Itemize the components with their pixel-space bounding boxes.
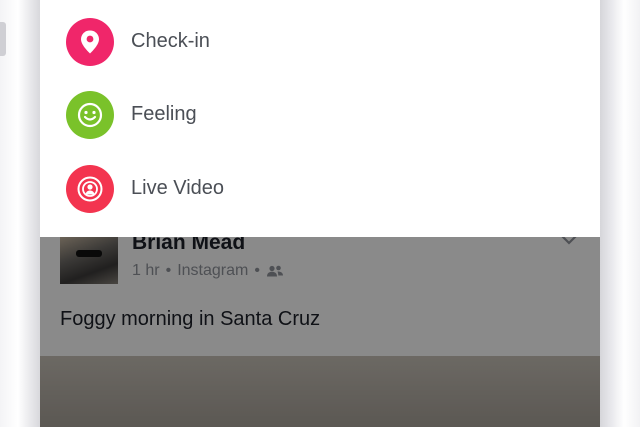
composer-action-sheet: Check-in Feeling Live Video: [40, 0, 600, 237]
menu-item-label: Check-in: [131, 30, 210, 52]
menu-item-live-video[interactable]: Live Video: [40, 151, 600, 225]
live-broadcast-icon: [77, 176, 103, 202]
menu-item-feeling[interactable]: Feeling: [40, 77, 600, 151]
check-in-icon-circle: [66, 18, 114, 66]
phone-frame-left: [0, 0, 40, 427]
feeling-icon-circle: [66, 91, 114, 139]
location-pin-icon: [81, 30, 99, 54]
menu-item-label: Live Video: [131, 177, 225, 199]
smiley-icon: [77, 102, 103, 128]
phone-side-button: [0, 22, 6, 56]
menu-item-label: Feeling: [131, 103, 197, 125]
phone-frame-right: [600, 0, 640, 427]
live-video-icon-circle: [66, 165, 114, 213]
menu-item-check-in[interactable]: Check-in: [40, 4, 600, 78]
phone-screen: Brian Mead 1 hr • Instagram • Foggy morn…: [40, 0, 600, 427]
